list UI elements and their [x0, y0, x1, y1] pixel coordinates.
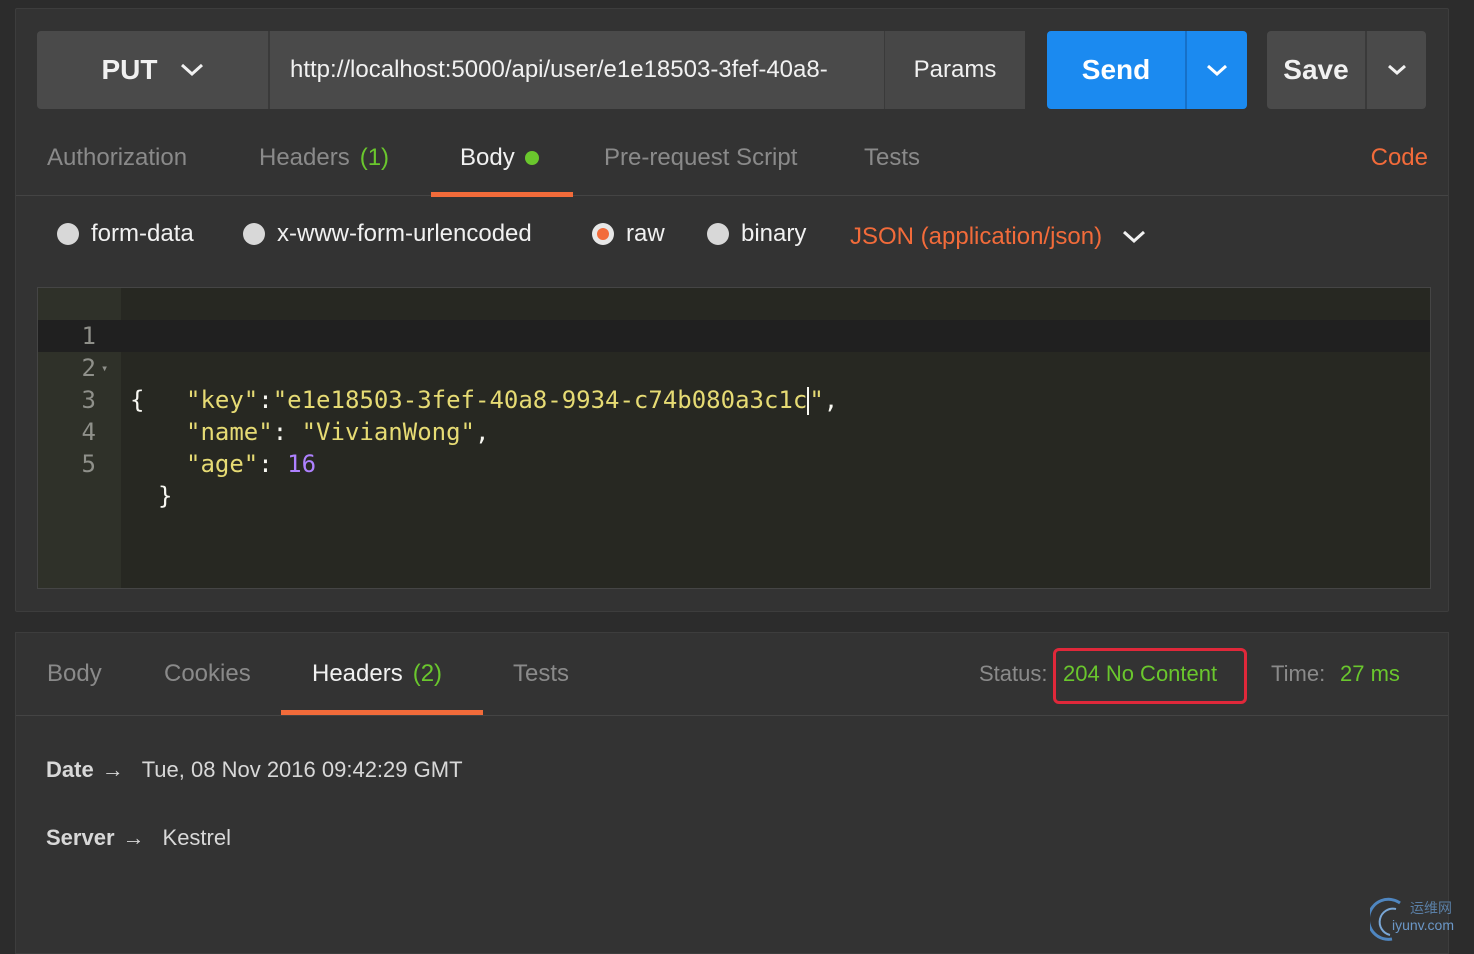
- header-value: Kestrel: [162, 825, 231, 850]
- chevron-down-icon: [1207, 64, 1227, 76]
- save-dropdown-button[interactable]: [1365, 31, 1426, 109]
- response-tab-body-label: Body: [47, 660, 102, 687]
- params-button[interactable]: Params: [884, 31, 1025, 109]
- header-key: Date: [46, 757, 94, 782]
- response-tab-headers-label: Headers: [312, 660, 403, 687]
- json-number: 16: [287, 450, 317, 478]
- status-label: Status:: [979, 661, 1048, 686]
- url-input[interactable]: http://localhost:5000/api/user/e1e18503-…: [270, 31, 884, 109]
- tab-prerequest-label: Pre-request Script: [604, 144, 798, 171]
- content-type-select[interactable]: JSON (application/json): [850, 197, 1146, 277]
- response-header-row: Date → Tue, 08 Nov 2016 09:42:29 GMT: [46, 757, 463, 783]
- radio-form-data-label: form-data: [91, 220, 194, 247]
- radio-circle: [243, 223, 265, 245]
- radio-raw-label: raw: [626, 220, 665, 247]
- request-panel: PUT http://localhost:5000/api/user/e1e18…: [15, 8, 1449, 612]
- radio-binary[interactable]: binary: [707, 197, 806, 271]
- response-panel: Body Cookies Headers (2) Tests Status: 2…: [15, 632, 1449, 954]
- arrow-right-icon: →: [122, 825, 145, 850]
- status-value: 204 No Content: [1063, 661, 1218, 686]
- response-headers-count: (2): [412, 660, 443, 687]
- tab-prerequest-script[interactable]: Pre-request Script: [604, 121, 797, 195]
- params-label: Params: [913, 56, 997, 83]
- response-tab-cookies[interactable]: Cookies: [164, 633, 251, 715]
- save-button-group: Save: [1267, 31, 1426, 109]
- send-button[interactable]: Send: [1047, 31, 1185, 109]
- response-tabs: Body Cookies Headers (2) Tests Status: 2…: [16, 633, 1448, 716]
- editor-line: 5 }: [38, 416, 1430, 510]
- radio-urlencoded[interactable]: x-www-form-urlencoded: [243, 197, 532, 271]
- code-link[interactable]: Code: [1371, 121, 1428, 195]
- line-number: 5: [81, 450, 96, 478]
- tab-authorization-label: Authorization: [47, 144, 188, 171]
- chevron-down-icon: [180, 63, 203, 77]
- arrow-right-icon: →: [101, 757, 124, 782]
- response-tab-tests-label: Tests: [513, 660, 570, 687]
- json-key: "age": [186, 450, 259, 478]
- request-bar: PUT http://localhost:5000/api/user/e1e18…: [37, 31, 1025, 109]
- body-type-options: form-data x-www-form-urlencoded raw bina…: [16, 197, 1448, 271]
- watermark-text: 运维网: [1410, 900, 1452, 916]
- method-label: PUT: [101, 54, 158, 85]
- method-select[interactable]: PUT: [37, 31, 270, 109]
- editor-line: 3 "name": "VivianWong",: [38, 352, 1430, 446]
- save-button[interactable]: Save: [1267, 31, 1365, 109]
- watermark-text: iyunv.com: [1392, 917, 1454, 933]
- radio-circle: [57, 223, 79, 245]
- content-type-label: JSON (application/json): [850, 223, 1103, 250]
- json-punct: :: [258, 450, 288, 478]
- time-value: 27 ms: [1340, 661, 1400, 686]
- tab-body-label: Body: [460, 144, 515, 171]
- header-value: Tue, 08 Nov 2016 09:42:29 GMT: [141, 757, 463, 782]
- tab-headers[interactable]: Headers (1): [259, 121, 389, 195]
- radio-form-data[interactable]: form-data: [57, 197, 194, 271]
- editor-line: 4 "age": 16: [38, 384, 1430, 478]
- radio-circle: [707, 223, 729, 245]
- code-editor[interactable]: 1 ▾ { 2 "key":"e1e18503-3fef-40a8-9934-c…: [37, 287, 1431, 589]
- code-text: }: [158, 482, 173, 510]
- send-dropdown-button[interactable]: [1185, 31, 1247, 109]
- chevron-down-icon: [1387, 64, 1406, 75]
- tab-headers-label: Headers: [259, 144, 350, 171]
- tab-tests[interactable]: Tests: [864, 121, 920, 195]
- response-header-row: Server → Kestrel: [46, 825, 231, 851]
- header-key: Server: [46, 825, 115, 850]
- time-label: Time:: [1271, 661, 1326, 686]
- code-text: "age": 16: [186, 448, 316, 480]
- response-tab-headers[interactable]: Headers (2): [312, 633, 442, 715]
- tab-tests-label: Tests: [864, 144, 921, 171]
- send-button-group: Send: [1047, 31, 1247, 109]
- body-indicator-dot: [524, 151, 539, 165]
- editor-line: 1 ▾ {: [38, 288, 1430, 414]
- url-text: http://localhost:5000/api/user/e1e18503-…: [290, 56, 828, 83]
- radio-urlencoded-label: x-www-form-urlencoded: [277, 220, 532, 247]
- response-tab-cookies-label: Cookies: [164, 660, 251, 687]
- response-tab-body[interactable]: Body: [47, 633, 102, 715]
- response-tab-tests[interactable]: Tests: [513, 633, 569, 715]
- active-tab-underline: [281, 710, 483, 715]
- editor-line: 2 "key":"e1e18503-3fef-40a8-9934-c74b080…: [38, 320, 1430, 415]
- radio-raw[interactable]: raw: [592, 197, 665, 271]
- tab-authorization[interactable]: Authorization: [47, 121, 187, 195]
- chevron-down-icon: [1123, 230, 1146, 244]
- headers-count: (1): [359, 144, 390, 171]
- tab-body[interactable]: Body: [460, 121, 539, 195]
- radio-circle-selected: [592, 223, 614, 245]
- request-tabs: Authorization Headers (1) Body Pre-reque…: [16, 121, 1448, 197]
- radio-binary-label: binary: [741, 220, 807, 247]
